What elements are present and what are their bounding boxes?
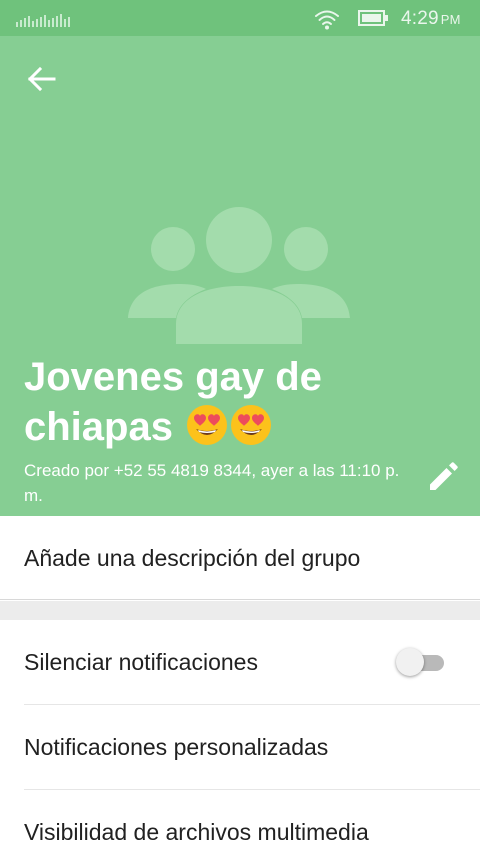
media-visibility-row[interactable]: Visibilidad de archivos multimedia <box>0 790 480 854</box>
group-title: Jovenes gay de chiapas <box>24 352 424 452</box>
group-created-info: Creado por +52 55 4819 8344, ayer a las … <box>24 461 400 505</box>
heart-eyes-emoji <box>187 405 228 445</box>
group-title-line2-wrap: chiapas <box>24 402 424 452</box>
mute-notifications-row[interactable]: Silenciar notificaciones <box>0 620 480 705</box>
battery-icon <box>358 10 388 26</box>
custom-notifications-row[interactable]: Notificaciones personalizadas <box>0 705 480 790</box>
signal-icon <box>16 14 70 27</box>
wifi-icon <box>315 10 339 30</box>
media-visibility-label: Visibilidad de archivos multimedia <box>24 819 369 845</box>
pencil-icon[interactable] <box>426 458 462 494</box>
group-description-label: Añade una descripción del grupo <box>24 545 361 571</box>
group-title-line1: Jovenes gay de <box>24 355 322 399</box>
toggle-thumb <box>396 648 424 676</box>
status-bar: 4:29 PM <box>0 0 480 36</box>
section-divider <box>0 601 480 620</box>
mute-notifications-toggle[interactable] <box>396 646 448 678</box>
custom-notifications-label: Notificaciones personalizadas <box>24 734 329 760</box>
group-title-line2: chiapas <box>24 405 173 449</box>
arrow-back-icon[interactable] <box>24 62 58 96</box>
mute-notifications-label: Silenciar notificaciones <box>24 649 258 675</box>
group-icon <box>128 207 350 344</box>
status-time-ampm: PM <box>440 12 461 27</box>
group-description-row[interactable]: Añade una descripción del grupo <box>0 516 480 600</box>
status-time: 4:29 PM <box>401 8 461 30</box>
status-time-value: 4:29 <box>401 8 439 29</box>
group-header: Jovenes gay de chiapas Creado por +52 55… <box>0 36 480 516</box>
heart-eyes-emoji <box>231 405 272 445</box>
